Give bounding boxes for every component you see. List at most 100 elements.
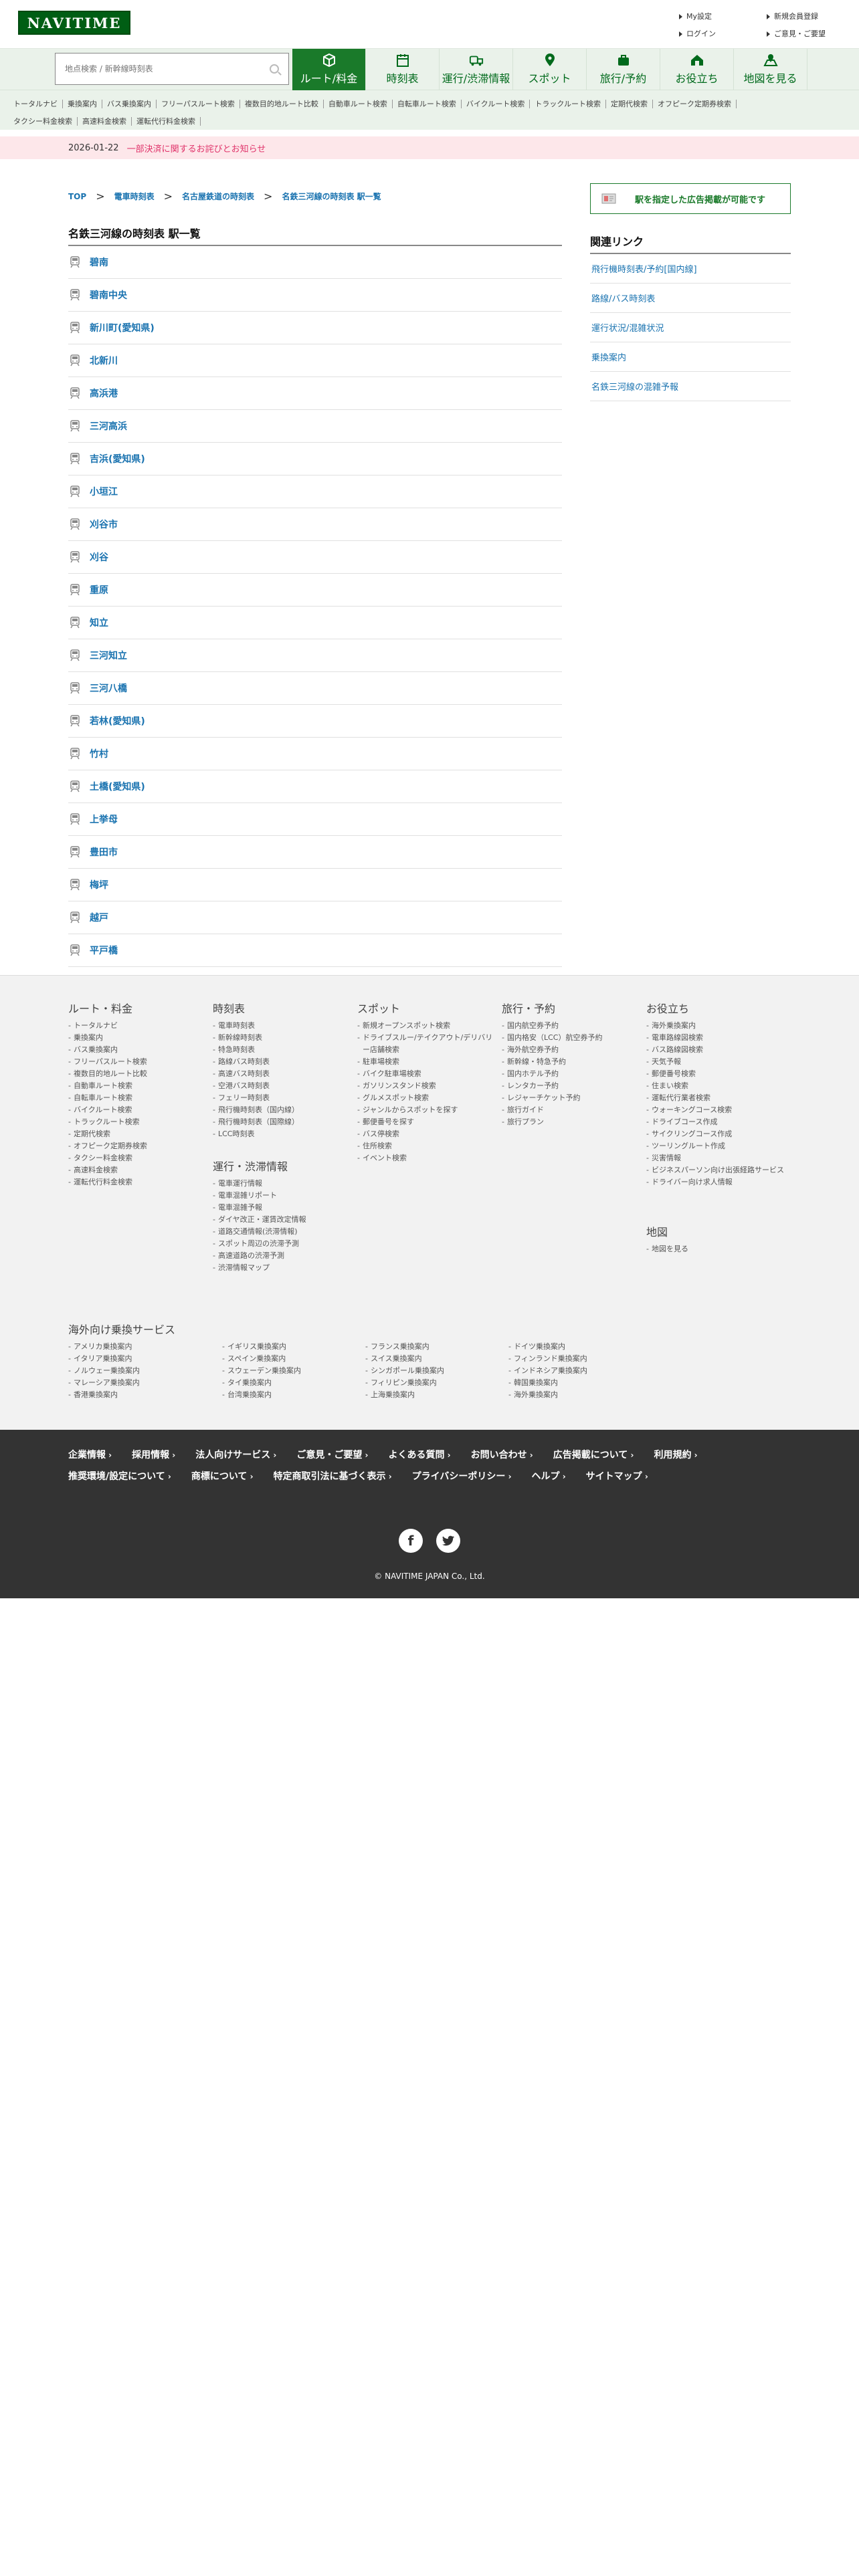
- station-name[interactable]: 梅坪: [90, 878, 108, 891]
- sitemap-link[interactable]: ドライブスルー/テイクアウト/デリバリー店舗検索: [357, 1032, 498, 1056]
- sitemap-link[interactable]: 住所検索: [357, 1140, 498, 1152]
- register-link[interactable]: 新規会員登録: [767, 8, 826, 25]
- subnav-item[interactable]: オフピーク定期券検索: [653, 100, 737, 108]
- sitemap-link[interactable]: 電車路線図検索: [646, 1032, 793, 1044]
- station-name[interactable]: 知立: [90, 616, 108, 629]
- tab-traffic[interactable]: 運行/渋滞情報: [440, 49, 513, 90]
- tab-route[interactable]: ルート/料金: [292, 49, 366, 90]
- footer-link[interactable]: ご意見・ご要望: [296, 1444, 368, 1466]
- sitemap-link[interactable]: 住まい検索: [646, 1080, 793, 1092]
- station-name[interactable]: 平戸橋: [90, 944, 118, 957]
- subnav-item[interactable]: フリーパスルート検索: [157, 100, 240, 108]
- station-row[interactable]: 平戸橋: [68, 934, 562, 967]
- station-row[interactable]: 土橋(愛知県): [68, 770, 562, 803]
- footer-link[interactable]: 法人向けサービス: [195, 1444, 276, 1466]
- sitemap-link[interactable]: ガソリンスタンド検索: [357, 1080, 498, 1092]
- sitemap-link[interactable]: ドライバー向け求人情報: [646, 1176, 793, 1188]
- subnav-item[interactable]: 定期代検索: [606, 100, 654, 108]
- footer-link[interactable]: プライバシーポリシー: [412, 1466, 512, 1487]
- sitemap-link[interactable]: 運転代行料金検索: [68, 1176, 202, 1188]
- tab-map[interactable]: 地図を見る: [734, 49, 807, 90]
- station-row[interactable]: 重原: [68, 574, 562, 607]
- sitemap-link[interactable]: 定期代検索: [68, 1128, 202, 1140]
- station-name[interactable]: 若林(愛知県): [90, 714, 145, 728]
- station-row[interactable]: 新川町(愛知県): [68, 312, 562, 344]
- sitemap-link[interactable]: イベント検索: [357, 1152, 498, 1164]
- station-name[interactable]: 高浜港: [90, 387, 118, 400]
- station-row[interactable]: 若林(愛知県): [68, 705, 562, 738]
- sitemap-link[interactable]: 飛行機時刻表（国際線）: [213, 1116, 347, 1128]
- station-row[interactable]: 刈谷: [68, 541, 562, 574]
- sitemap-link[interactable]: 台湾乗換案内: [222, 1389, 356, 1401]
- ad-placement-button[interactable]: 駅を指定した広告掲載が可能です: [590, 183, 791, 214]
- sitemap-link[interactable]: フィンランド乗換案内: [508, 1353, 642, 1365]
- station-row[interactable]: 三河知立: [68, 639, 562, 672]
- station-row[interactable]: 越戸: [68, 901, 562, 934]
- sitemap-link[interactable]: ビジネスパーソン向け出張経路サービス: [646, 1164, 793, 1176]
- sitemap-link[interactable]: ツーリングルート作成: [646, 1140, 793, 1152]
- navitime-logo[interactable]: NAVITIME: [18, 11, 130, 35]
- sitemap-link[interactable]: LCC時刻表: [213, 1128, 347, 1140]
- subnav-item[interactable]: 複数目的地ルート比較: [240, 100, 324, 108]
- station-name[interactable]: 北新川: [90, 354, 118, 367]
- station-name[interactable]: 重原: [90, 583, 108, 597]
- footer-link[interactable]: 特定商取引法に基づく表示: [274, 1466, 392, 1487]
- sitemap-link[interactable]: 道路交通情報(渋滞情報): [213, 1226, 347, 1238]
- sitemap-link[interactable]: 複数目的地ルート比較: [68, 1068, 202, 1080]
- sitemap-link[interactable]: 災害情報: [646, 1152, 793, 1164]
- search-icon[interactable]: [270, 64, 279, 74]
- tab-useful[interactable]: お役立ち: [660, 49, 734, 90]
- station-row[interactable]: 三河八橋: [68, 672, 562, 705]
- sitemap-link[interactable]: フィリピン乗換案内: [365, 1377, 499, 1389]
- subnav-item[interactable]: 乗換案内: [63, 100, 102, 108]
- sitemap-link[interactable]: 海外航空券予約: [502, 1044, 636, 1056]
- subnav-item[interactable]: タクシー料金検索: [13, 117, 78, 126]
- login-link[interactable]: ログイン: [679, 25, 716, 43]
- sitemap-link[interactable]: タイ乗換案内: [222, 1377, 356, 1389]
- sitemap-link[interactable]: 国内航空券予約: [502, 1020, 636, 1032]
- station-name[interactable]: 三河八橋: [90, 681, 127, 695]
- station-name[interactable]: 吉浜(愛知県): [90, 452, 145, 465]
- footer-link[interactable]: 採用情報: [132, 1444, 175, 1466]
- sitemap-link[interactable]: 天気予報: [646, 1056, 793, 1068]
- station-row[interactable]: 北新川: [68, 344, 562, 377]
- station-row[interactable]: 高浜港: [68, 377, 562, 410]
- sitemap-link[interactable]: トータルナビ: [68, 1020, 202, 1032]
- sitemap-link[interactable]: インドネシア乗換案内: [508, 1365, 642, 1377]
- sitemap-link[interactable]: 自動車ルート検索: [68, 1080, 202, 1092]
- station-row[interactable]: 三河高浜: [68, 410, 562, 443]
- subnav-item[interactable]: 自動車ルート検索: [323, 100, 393, 108]
- sitemap-link[interactable]: スウェーデン乗換案内: [222, 1365, 356, 1377]
- sitemap-link[interactable]: フリーパスルート検索: [68, 1056, 202, 1068]
- sitemap-link[interactable]: 高速道路の渋滞予測: [213, 1250, 347, 1262]
- related-link[interactable]: 路線/バス時刻表: [590, 284, 791, 313]
- footer-link[interactable]: ヘルプ: [532, 1466, 566, 1487]
- sitemap-link[interactable]: イタリア乗換案内: [68, 1353, 202, 1365]
- sitemap-link[interactable]: 地図を見る: [646, 1243, 780, 1255]
- related-link[interactable]: 名鉄三河線の混雑予報: [590, 372, 791, 401]
- related-link[interactable]: 運行状況/混雑状況: [590, 313, 791, 342]
- station-name[interactable]: 上挙母: [90, 813, 118, 826]
- sitemap-link[interactable]: フェリー時刻表: [213, 1092, 347, 1104]
- station-name[interactable]: 小垣江: [90, 485, 118, 498]
- sitemap-link[interactable]: タクシー料金検索: [68, 1152, 202, 1164]
- feedback-link[interactable]: ご意見・ご要望: [767, 25, 826, 43]
- sitemap-link[interactable]: 海外乗換案内: [508, 1389, 642, 1401]
- related-link[interactable]: 飛行機時刻表/予約[国内線]: [590, 254, 791, 284]
- footer-link[interactable]: 企業情報: [68, 1444, 112, 1466]
- breadcrumb-current[interactable]: 名鉄三河線の時刻表 駅一覧: [282, 191, 381, 202]
- sitemap-link[interactable]: 駐車場検索: [357, 1056, 498, 1068]
- station-name[interactable]: 新川町(愛知県): [90, 321, 155, 334]
- sitemap-link[interactable]: 国内格安（LCC）航空券予約: [502, 1032, 636, 1044]
- sitemap-link[interactable]: サイクリングコース作成: [646, 1128, 793, 1140]
- my-settings-link[interactable]: My設定: [679, 8, 716, 25]
- sitemap-link[interactable]: スポット周辺の渋滞予測: [213, 1238, 347, 1250]
- breadcrumb-train-timetable[interactable]: 電車時刻表: [114, 191, 155, 202]
- sitemap-link[interactable]: 郵便番号を探す: [357, 1116, 498, 1128]
- sitemap-link[interactable]: 渋滞情報マップ: [213, 1262, 347, 1274]
- subnav-item[interactable]: 運転代行料金検索: [132, 117, 201, 126]
- station-name[interactable]: 越戸: [90, 911, 108, 924]
- subnav-item[interactable]: バス乗換案内: [102, 100, 157, 108]
- breadcrumb-top[interactable]: TOP: [68, 192, 86, 201]
- tab-travel[interactable]: 旅行/予約: [587, 49, 660, 90]
